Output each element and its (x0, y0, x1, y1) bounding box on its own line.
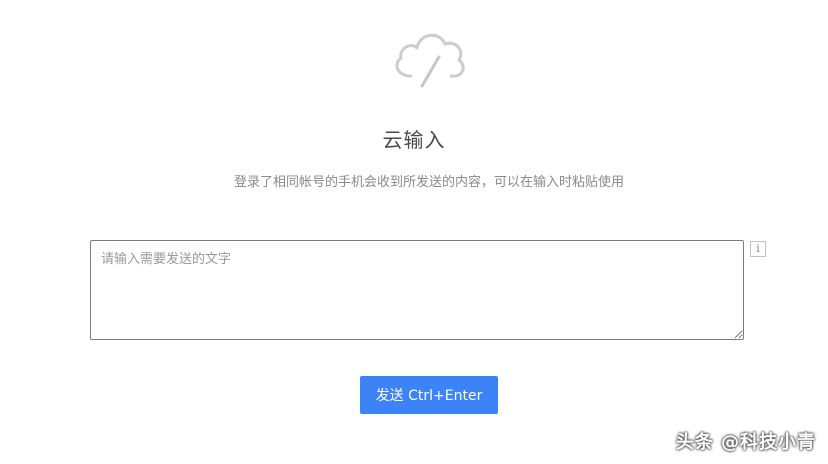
message-input-container (90, 240, 744, 340)
cloud-pen-icon (395, 33, 465, 88)
page-title: 云输入 (382, 128, 446, 152)
watermark: 头条 @科技小青 (675, 432, 816, 453)
cloud-input-page: 云输入 登录了相同帐号的手机会收到所发送的内容，可以在输入时粘贴使用 i 发送 … (0, 0, 828, 464)
message-input[interactable] (90, 240, 744, 340)
page-description: 登录了相同帐号的手机会收到所发送的内容，可以在输入时粘贴使用 (233, 175, 624, 190)
send-button[interactable]: 发送 Ctrl+Enter (360, 376, 498, 414)
info-icon[interactable]: i (750, 241, 766, 257)
